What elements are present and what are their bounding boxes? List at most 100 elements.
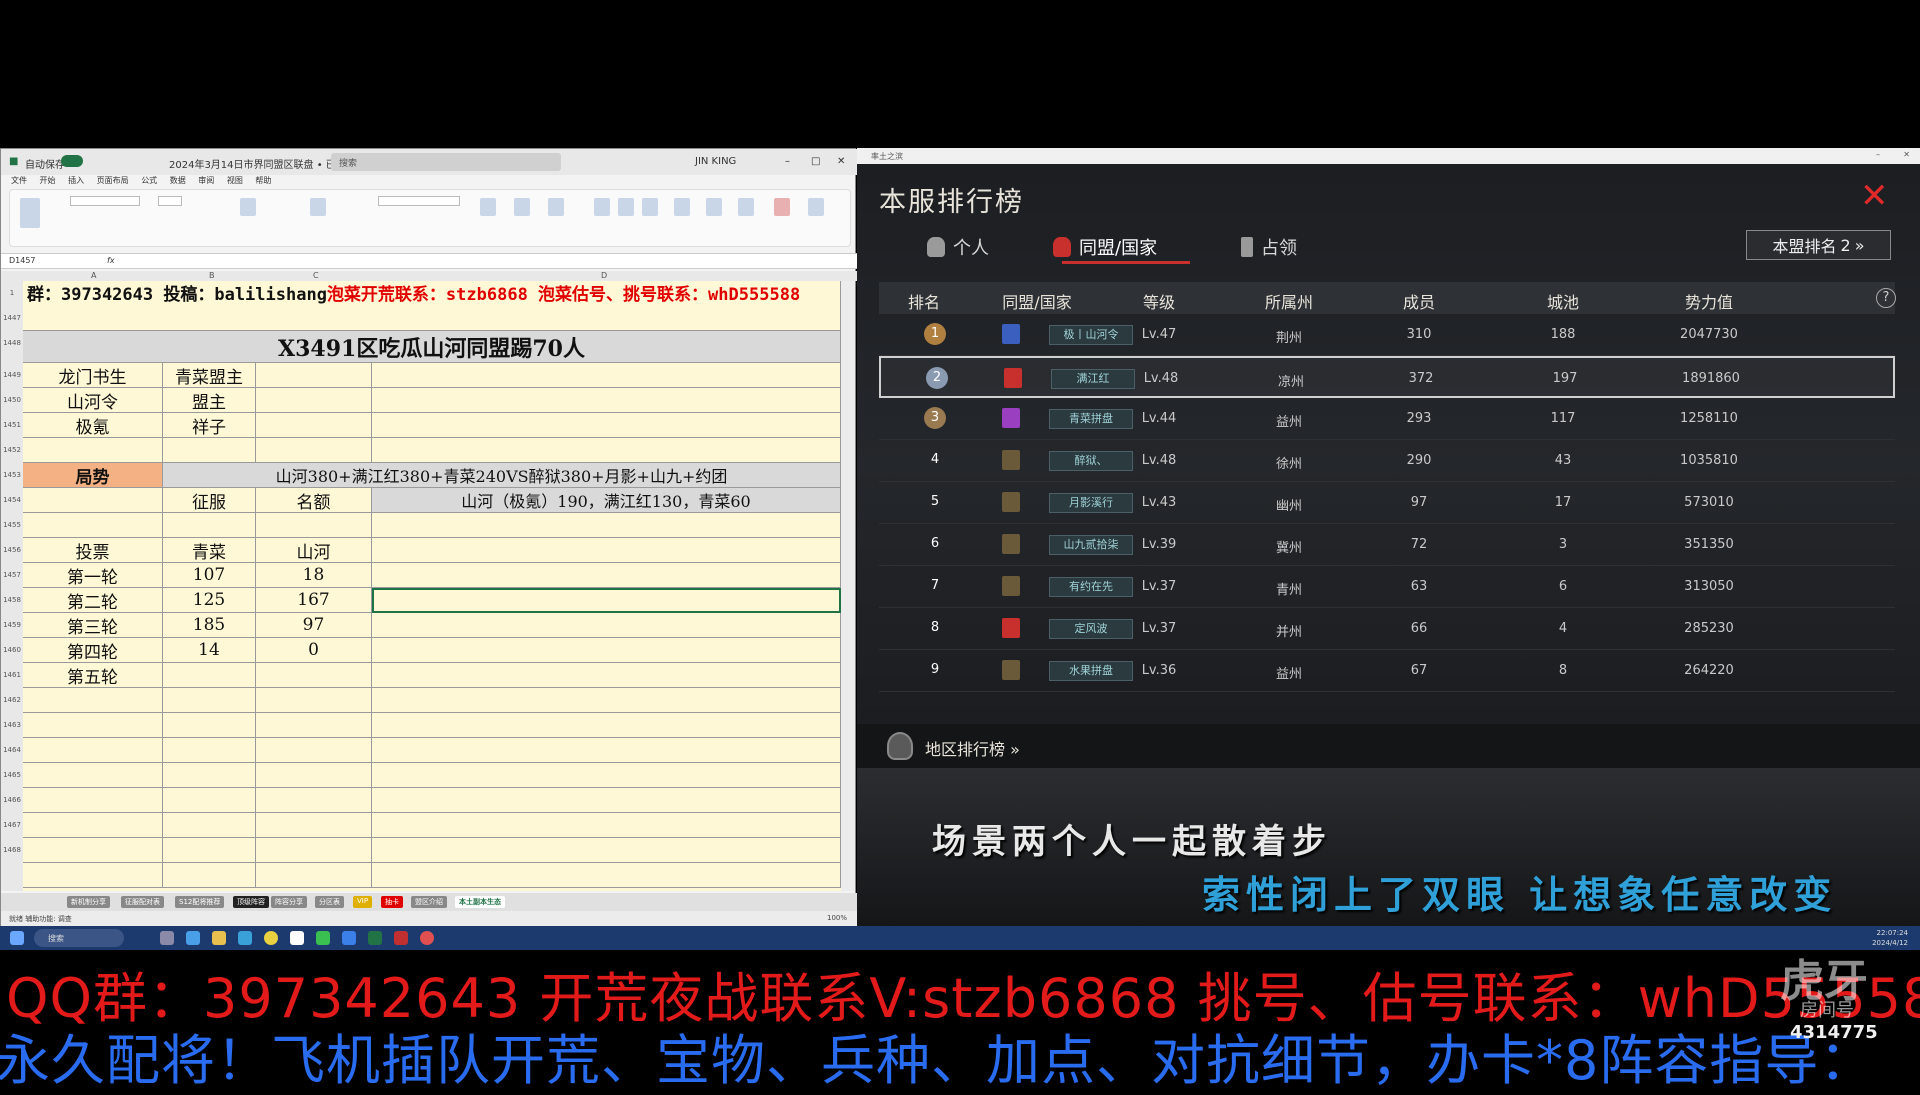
- row-number[interactable]: 1459: [1, 621, 23, 629]
- cell-empty[interactable]: [256, 763, 372, 788]
- ranking-row[interactable]: 2 满江红 Lv.48 凉州 372 197 1891860: [879, 356, 1895, 398]
- cell-a-leader1[interactable]: 龙门书生: [23, 363, 163, 388]
- spreadsheet-grid[interactable]: 群：397342643 投稿：balilishang 泡菜开荒联系：stzb68…: [23, 281, 841, 891]
- row-number[interactable]: 1465: [1, 771, 23, 779]
- align-icon[interactable]: [240, 198, 256, 216]
- app-icon[interactable]: [342, 931, 356, 945]
- minimize-button[interactable]: –: [785, 156, 790, 167]
- cell-empty[interactable]: [23, 763, 163, 788]
- row-number[interactable]: 1468: [1, 846, 23, 854]
- alliance-name[interactable]: 水果拼盘: [1049, 661, 1133, 681]
- cell-empty[interactable]: [372, 538, 841, 563]
- excel-taskbar-icon[interactable]: [368, 931, 382, 945]
- alliance-name[interactable]: 定风波: [1049, 619, 1133, 639]
- paste-icon[interactable]: [20, 198, 40, 228]
- region-ranking-link[interactable]: 地区排行榜 »: [925, 736, 1020, 760]
- ranking-row[interactable]: 4 醉狱、 Lv.48 徐州 290 43 1035810: [879, 440, 1895, 482]
- round-label[interactable]: 第五轮: [23, 663, 163, 688]
- start-icon[interactable]: [10, 931, 24, 945]
- cell-empty[interactable]: [256, 438, 372, 463]
- ranking-row[interactable]: 6 山九贰拾柒 Lv.39 冀州 72 3 351350: [879, 524, 1895, 566]
- taskbar-search[interactable]: 搜索: [34, 929, 124, 947]
- edge-icon[interactable]: [186, 931, 200, 945]
- cell-empty[interactable]: [256, 513, 372, 538]
- cell-empty[interactable]: [23, 813, 163, 838]
- row-number[interactable]: 1453: [1, 471, 23, 479]
- delete-cells-icon[interactable]: [618, 198, 634, 216]
- cell-empty[interactable]: [23, 488, 163, 513]
- tab-personal[interactable]: 个人: [927, 234, 989, 260]
- selected-cell[interactable]: [372, 588, 841, 613]
- menu-formulas[interactable]: 公式: [141, 175, 157, 186]
- round-shanhe[interactable]: 97: [256, 613, 372, 638]
- column-d[interactable]: D: [601, 271, 607, 280]
- cell-empty[interactable]: [163, 513, 256, 538]
- zoom-level[interactable]: 100%: [827, 914, 847, 922]
- round-qingcai[interactable]: [163, 663, 256, 688]
- qingcai-header[interactable]: 青菜: [163, 538, 256, 563]
- vertical-scrollbar[interactable]: [841, 281, 855, 891]
- close-window-button[interactable]: ✕: [837, 156, 845, 167]
- active-sheet-tab[interactable]: 本土副本生态: [455, 896, 505, 908]
- cell-empty[interactable]: [256, 713, 372, 738]
- autosave-toggle[interactable]: [61, 155, 83, 167]
- cell-empty[interactable]: [372, 638, 841, 663]
- row-number[interactable]: 1456: [1, 546, 23, 554]
- cell-empty[interactable]: [256, 863, 372, 888]
- sheet-title[interactable]: X3491区吃瓜山河同盟踢70人: [23, 331, 841, 363]
- cell-empty[interactable]: [372, 413, 841, 438]
- round-qingcai[interactable]: 14: [163, 638, 256, 663]
- round-shanhe[interactable]: 18: [256, 563, 372, 588]
- find-icon[interactable]: [738, 198, 754, 216]
- row-number[interactable]: 1455: [1, 521, 23, 529]
- chrome-icon[interactable]: [264, 931, 278, 945]
- sheet-tab[interactable]: 盟区介绍: [411, 896, 447, 908]
- cell-empty[interactable]: [372, 813, 841, 838]
- cell-empty[interactable]: [23, 713, 163, 738]
- round-label[interactable]: 第四轮: [23, 638, 163, 663]
- ranking-row[interactable]: 8 定风波 Lv.37 并州 66 4 285230: [879, 608, 1895, 650]
- row-number[interactable]: 1462: [1, 696, 23, 704]
- alliance-name[interactable]: 青菜拼盘: [1049, 409, 1133, 429]
- cell-empty[interactable]: [163, 838, 256, 863]
- cell-a-leader2[interactable]: 山河令: [23, 388, 163, 413]
- help-icon[interactable]: ?: [1876, 288, 1896, 308]
- row-number[interactable]: 1451: [1, 421, 23, 429]
- cell-empty[interactable]: [372, 388, 841, 413]
- sum-icon[interactable]: [674, 198, 690, 216]
- cell-empty[interactable]: [372, 363, 841, 388]
- alliance-name[interactable]: 有约在先: [1049, 577, 1133, 597]
- table-format-icon[interactable]: [514, 198, 530, 216]
- game-minimize-button[interactable]: –: [1876, 150, 1880, 159]
- cell-b-leader2[interactable]: 盟主: [163, 388, 256, 413]
- cell-empty[interactable]: [372, 663, 841, 688]
- column-b[interactable]: B: [209, 271, 215, 280]
- column-c[interactable]: C: [313, 271, 319, 280]
- row-number[interactable]: 1460: [1, 646, 23, 654]
- cell-empty[interactable]: [163, 763, 256, 788]
- alliance-name[interactable]: 山九贰拾柒: [1049, 535, 1133, 555]
- cell-style-icon[interactable]: [548, 198, 564, 216]
- cell-empty[interactable]: [256, 738, 372, 763]
- row-number[interactable]: 1449: [1, 371, 23, 379]
- sheet-tab[interactable]: 抽卡: [381, 896, 403, 908]
- cell-empty[interactable]: [372, 713, 841, 738]
- cell-empty[interactable]: [163, 863, 256, 888]
- alliance-name[interactable]: 满江红: [1051, 369, 1135, 389]
- cell-b-leader3[interactable]: 祥子: [163, 413, 256, 438]
- clock[interactable]: 22:07:24 2024/4/12: [1872, 928, 1908, 948]
- game-taskbar-icon[interactable]: [394, 931, 408, 945]
- insert-cells-icon[interactable]: [594, 198, 610, 216]
- number-format-select[interactable]: [378, 196, 460, 206]
- cell-empty[interactable]: [372, 513, 841, 538]
- cell-empty[interactable]: [256, 838, 372, 863]
- cell-b-leader1[interactable]: 青菜盟主: [163, 363, 256, 388]
- cell-empty[interactable]: [372, 738, 841, 763]
- sheet-tab[interactable]: 阵容分享: [271, 896, 307, 908]
- situation-label[interactable]: 局势: [23, 463, 163, 488]
- row-number[interactable]: 1457: [1, 571, 23, 579]
- cell-empty[interactable]: [163, 713, 256, 738]
- row-number[interactable]: 1447: [1, 314, 23, 322]
- ranking-row[interactable]: 9 水果拼盘 Lv.36 益州 67 8 264220: [879, 650, 1895, 692]
- font-size-select[interactable]: [158, 196, 182, 206]
